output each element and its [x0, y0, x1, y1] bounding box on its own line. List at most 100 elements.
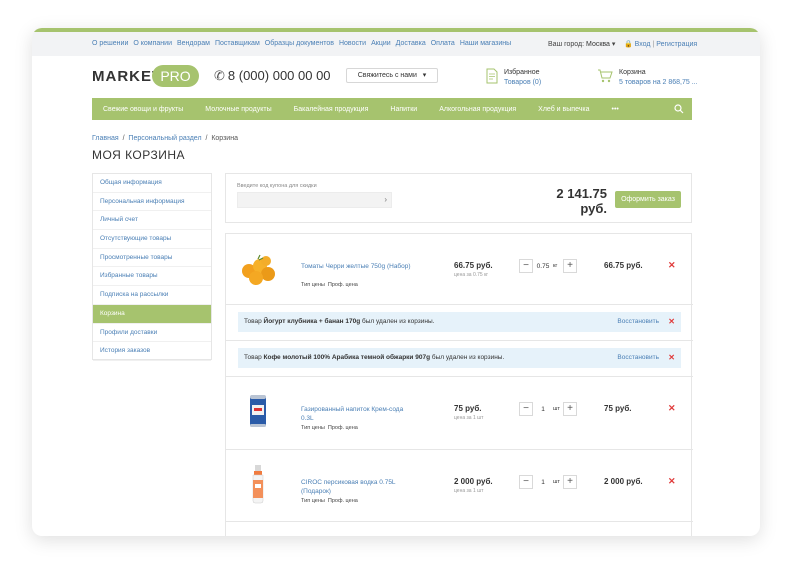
cart-summary[interactable]: 5 товаров на 2 868,75 ... — [619, 78, 698, 88]
chevron-right-icon[interactable]: › — [384, 195, 387, 204]
breadcrumb: Главная / Персональный раздел / Корзина — [92, 135, 238, 142]
top-nav-about-solution[interactable]: О решении — [92, 40, 128, 47]
quantity-unit: шт — [553, 406, 560, 412]
row-divider — [226, 340, 693, 341]
quantity-input[interactable]: 1 — [533, 406, 553, 413]
main-menu: Свежие овощи и фрукты Молочные продукты … — [92, 98, 692, 120]
breadcrumb-home[interactable]: Главная — [92, 135, 119, 142]
unit-price: цена за 1 шт — [454, 488, 484, 494]
delete-icon[interactable]: ✕ — [668, 403, 676, 414]
product-image-soda-can[interactable] — [238, 391, 278, 431]
cart-title: Корзина — [619, 69, 646, 76]
top-nav-about-company[interactable]: О компании — [133, 40, 172, 47]
top-nav-suppliers[interactable]: Поставщикам — [215, 40, 260, 47]
menu-item-vegetables[interactable]: Свежие овощи и фрукты — [103, 106, 183, 113]
sidebar-item-cart[interactable]: Корзина — [93, 304, 211, 324]
line-total: 75 руб. — [604, 404, 632, 413]
favorites-block[interactable]: Избранное Товаров (0) — [504, 68, 541, 88]
minus-button[interactable]: − — [519, 402, 533, 416]
menu-item-dairy[interactable]: Молочные продукты — [205, 106, 271, 113]
page-frame: О решении О компании Вендорам Поставщика… — [32, 28, 760, 536]
plus-button[interactable]: + — [563, 402, 577, 416]
city-value[interactable]: Москва — [586, 41, 610, 48]
callback-label: Свяжитесь с нами — [357, 72, 417, 79]
plus-button[interactable]: + — [563, 475, 577, 489]
unit-price: цена за 1 шт — [454, 415, 484, 421]
favorites-icon[interactable] — [484, 68, 500, 84]
product-name[interactable]: Газированный напиток Крем-сода 0.3L — [301, 405, 416, 423]
sidebar-item-personal[interactable]: Персональная информация — [93, 193, 211, 212]
sidebar-item-order-history[interactable]: История заказов — [93, 342, 211, 361]
register-link[interactable]: Регистрация — [656, 41, 697, 48]
product-image-tomatoes[interactable] — [238, 249, 278, 289]
unit-price: цена за 0.75 кг — [454, 272, 489, 278]
product-image-vodka-bottle[interactable] — [238, 464, 278, 504]
quantity-stepper: − 1 шт + — [519, 402, 577, 416]
top-nav-doc-samples[interactable]: Образцы документов — [265, 40, 334, 47]
menu-item-alcohol[interactable]: Алкогольная продукция — [439, 106, 516, 113]
menu-more-icon[interactable]: ••• — [612, 106, 619, 113]
account-sidebar: Общая информация Персональная информация… — [92, 173, 212, 361]
caret-down-icon: ▾ — [418, 72, 427, 79]
menu-item-bakery[interactable]: Хлеб и выпечка — [538, 106, 589, 113]
quantity-unit: кг — [553, 263, 558, 269]
product-price: 66.75 руб. — [454, 261, 493, 270]
close-icon[interactable]: ✕ — [668, 317, 675, 326]
top-nav-stores[interactable]: Наши магазины — [460, 40, 511, 47]
minus-button[interactable]: − — [519, 259, 533, 273]
delete-icon[interactable]: ✕ — [668, 476, 676, 487]
minus-button[interactable]: − — [519, 475, 533, 489]
coupon-input[interactable]: › — [237, 192, 392, 208]
product-price: 75 руб. — [454, 404, 482, 413]
product-name[interactable]: Томаты Черри желтые 750g (Набор) — [301, 262, 416, 271]
auth-separator: | — [652, 41, 655, 48]
callback-button[interactable]: Свяжитесь с нами ▾ — [346, 68, 438, 83]
row-divider — [226, 521, 693, 522]
coupon-label: Введите код купона для скидки — [237, 183, 317, 189]
sidebar-item-subscriptions[interactable]: Подписка на рассылки — [93, 286, 211, 305]
quantity-input[interactable]: 0.75 — [533, 263, 553, 270]
line-total: 2 000 руб. — [604, 477, 643, 486]
menu-item-grocery[interactable]: Бакалейная продукция — [294, 106, 369, 113]
top-nav-delivery[interactable]: Доставка — [396, 40, 426, 47]
restore-link[interactable]: Восстановить — [617, 318, 659, 325]
sidebar-item-missing[interactable]: Отсутствующие товары — [93, 230, 211, 249]
sidebar-item-favorites[interactable]: Избранные товары — [93, 267, 211, 287]
cart-block[interactable]: Корзина 5 товаров на 2 868,75 ... — [619, 68, 698, 88]
top-nav-news[interactable]: Новости — [339, 40, 366, 47]
quantity-input[interactable]: 1 — [533, 479, 553, 486]
top-nav-payment[interactable]: Оплата — [431, 40, 455, 47]
favorites-count[interactable]: Товаров (0) — [504, 78, 541, 88]
restore-link[interactable]: Восстановить — [617, 354, 659, 361]
favorites-title: Избранное — [504, 69, 540, 76]
city-label: Ваш город: — [548, 41, 585, 48]
logo[interactable]: MARKET PRO — [92, 64, 202, 88]
city-selector[interactable]: Ваш город: Москва ▾ — [548, 40, 615, 48]
sidebar-item-delivery-profiles[interactable]: Профили доставки — [93, 324, 211, 343]
cart-icon[interactable] — [597, 68, 613, 84]
menu-item-drinks[interactable]: Напитки — [390, 106, 417, 113]
search-icon[interactable] — [674, 104, 684, 114]
top-nav-vendors[interactable]: Вендорам — [177, 40, 210, 47]
product-name[interactable]: CIROC персиковая водка 0.75L (Подарок) — [301, 478, 416, 496]
top-bar: О решении О компании Вендорам Поставщика… — [32, 32, 760, 56]
checkout-button[interactable]: Оформить заказ — [615, 191, 681, 208]
cart-total: 2 141.75 руб. — [556, 186, 607, 216]
header-phone[interactable]: ✆ 8 (000) 000 00 00 — [214, 68, 331, 84]
breadcrumb-personal[interactable]: Персональный раздел — [128, 135, 201, 142]
sidebar-item-viewed[interactable]: Просмотренные товары — [93, 249, 211, 268]
login-link[interactable]: Вход — [635, 41, 651, 48]
breadcrumb-separator: / — [122, 135, 125, 142]
phone-icon: ✆ — [214, 68, 225, 83]
removed-notice: Товар Йогурт клубника + банан 170g был у… — [238, 312, 681, 332]
quantity-unit: шт — [553, 479, 560, 485]
price-type: Тип цены Проф. цена — [301, 282, 358, 288]
plus-button[interactable]: + — [563, 259, 577, 273]
sidebar-item-account[interactable]: Личный счет — [93, 211, 211, 231]
top-nav: О решении О компании Вендорам Поставщика… — [92, 40, 511, 47]
sidebar-item-general[interactable]: Общая информация — [93, 174, 211, 193]
delete-icon[interactable]: ✕ — [668, 260, 676, 271]
close-icon[interactable]: ✕ — [668, 353, 675, 362]
cart-items: Томаты Черри желтые 750g (Набор) Тип цен… — [225, 233, 693, 536]
top-nav-promos[interactable]: Акции — [371, 40, 391, 47]
